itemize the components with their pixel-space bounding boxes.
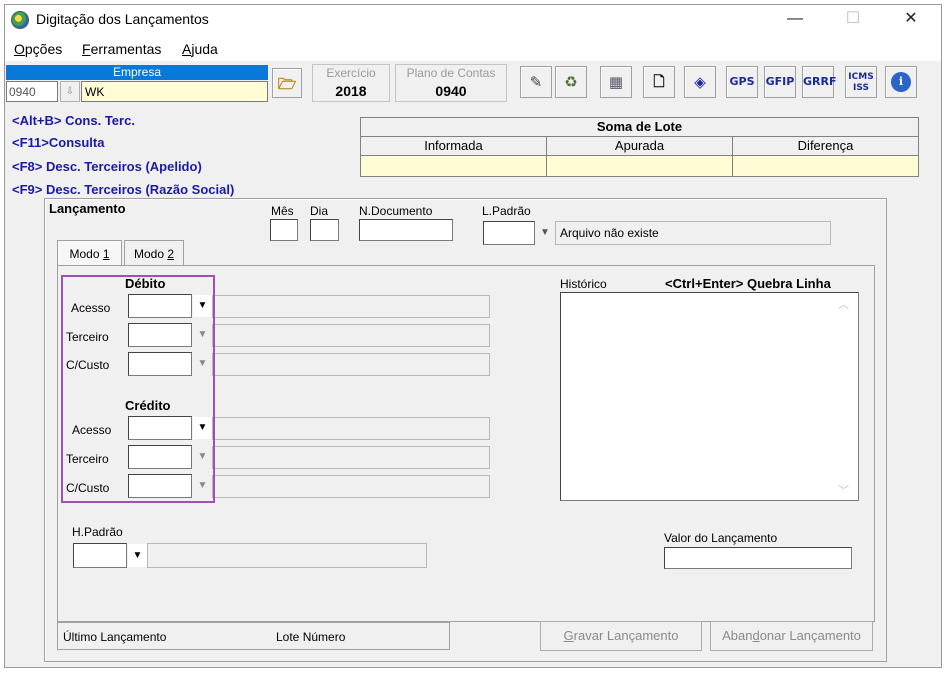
navigate-icon: ◈ [694,73,706,91]
soma-apurada-value [546,155,733,177]
minimize-button[interactable]: — [780,9,810,29]
plano-value: 0940 [435,83,467,99]
valor-label: Valor do Lançamento [664,531,778,545]
toolbar-delete-button[interactable]: ♻ [555,66,587,98]
empresa-lookup-button[interactable]: ⇩ [60,81,80,102]
chevron-down-icon: ▼ [540,227,550,238]
gravar-button[interactable]: Gravar Lançamento [540,621,702,651]
hpadrao-input[interactable] [73,543,127,568]
soma-diferenca-value [732,155,919,177]
debito-acesso-description [212,295,490,318]
mes-input[interactable] [270,219,298,241]
historico-textarea[interactable] [560,292,859,501]
scroll-down-icon[interactable]: ﹀ [838,482,849,498]
new-doc-icon: 🗋 [653,74,665,90]
lote-numero-label: Lote Número [276,630,346,644]
edit-doc-icon: ✎ [529,73,543,91]
toolbar-info-button[interactable]: i [885,66,917,98]
exercicio-value: 2018 [335,83,367,99]
menu-opcoes[interactable]: Opções [14,41,62,57]
credito-ccusto-description [212,475,490,498]
toolbar-gps-button[interactable]: GPS [726,66,758,98]
hotkey-cons-terc: <Alt+B> Cons. Terc. [12,113,135,128]
soma-lote-title: Soma de Lote [360,117,919,137]
soma-diferenca-header: Diferença [732,136,919,156]
debito-credito-highlight [61,275,215,503]
tab-modo-2[interactable]: Modo 2 [124,240,184,266]
historico-label: Histórico [560,277,607,291]
toolbar-new-button[interactable]: 🗋 [643,66,675,98]
hotkey-desc-apelido: <F8> Desc. Terceiros (Apelido) [12,159,202,174]
soma-informada-value [360,155,547,177]
abandonar-button[interactable]: Abandonar Lançamento [710,621,873,651]
lancamento-group-label: Lançamento [49,201,126,216]
hpadrao-dropdown[interactable]: ▼ [128,544,147,567]
toolbar-navigate-button[interactable]: ◈ [684,66,716,98]
soma-informada-header: Informada [360,136,547,156]
hotkey-desc-razao: <F9> Desc. Terceiros (Razão Social) [12,182,235,197]
lpadrao-description: Arquivo não existe [555,221,831,245]
chevron-down-icon: ▼ [132,550,143,561]
lpadrao-input[interactable] [483,221,535,245]
credito-terceiro-description [212,446,490,469]
import-icon: ▦ [608,73,624,91]
valor-input[interactable] [664,547,852,569]
toolbar-import-button[interactable]: ▦ [600,66,632,98]
soma-apurada-header: Apurada [546,136,733,156]
hpadrao-description [147,543,427,568]
ndoc-input[interactable] [359,219,453,241]
empresa-code-field[interactable]: 0940 [6,81,58,102]
ultimo-lancamento-label: Último Lançamento [63,630,167,644]
toolbar-gfip-button[interactable]: GFIP [764,66,796,98]
trash-icon: ♻ [564,73,578,91]
menu-ferramentas[interactable]: Ferramentas [82,41,161,57]
mes-label: Mês [271,204,294,218]
menu-ajuda[interactable]: Ajuda [182,41,218,57]
hpadrao-label: H.Padrão [72,525,123,539]
empresa-header: Empresa [6,65,268,80]
window-title: Digitação dos Lançamentos [36,11,209,27]
toolbar-grrf-button[interactable]: GRRF [802,66,836,98]
hotkey-consulta: <F11>Consulta [12,135,105,150]
debito-terceiro-description [212,324,490,347]
maximize-button[interactable]: ☐ [838,9,868,29]
lpadrao-label: L.Padrão [482,204,531,218]
empresa-name-field[interactable]: WK [81,81,268,102]
folder-icon: 🗁 [277,75,297,93]
app-icon [11,11,29,29]
close-button[interactable]: ✕ [896,9,926,29]
dia-input[interactable] [310,219,339,241]
exercicio-label: Exercício [326,66,376,80]
scroll-up-icon[interactable]: ︿ [838,296,849,312]
toolbar-icms-iss-button[interactable]: ICMS ISS [845,66,877,98]
historico-hint: <Ctrl+Enter> Quebra Linha [665,276,831,291]
info-icon: i [891,72,911,92]
lpadrao-dropdown[interactable]: ▼ [536,222,554,244]
ndoc-label: N.Documento [359,204,433,218]
debito-ccusto-description [212,353,490,376]
credito-acesso-description [212,417,490,440]
toolbar-edit-button[interactable]: ✎ [520,66,552,98]
dia-label: Dia [310,204,329,218]
plano-label: Plano de Contas [406,66,496,80]
open-folder-button[interactable]: 🗁 [272,68,302,98]
tab-modo-1[interactable]: Modo 1 [57,240,122,266]
